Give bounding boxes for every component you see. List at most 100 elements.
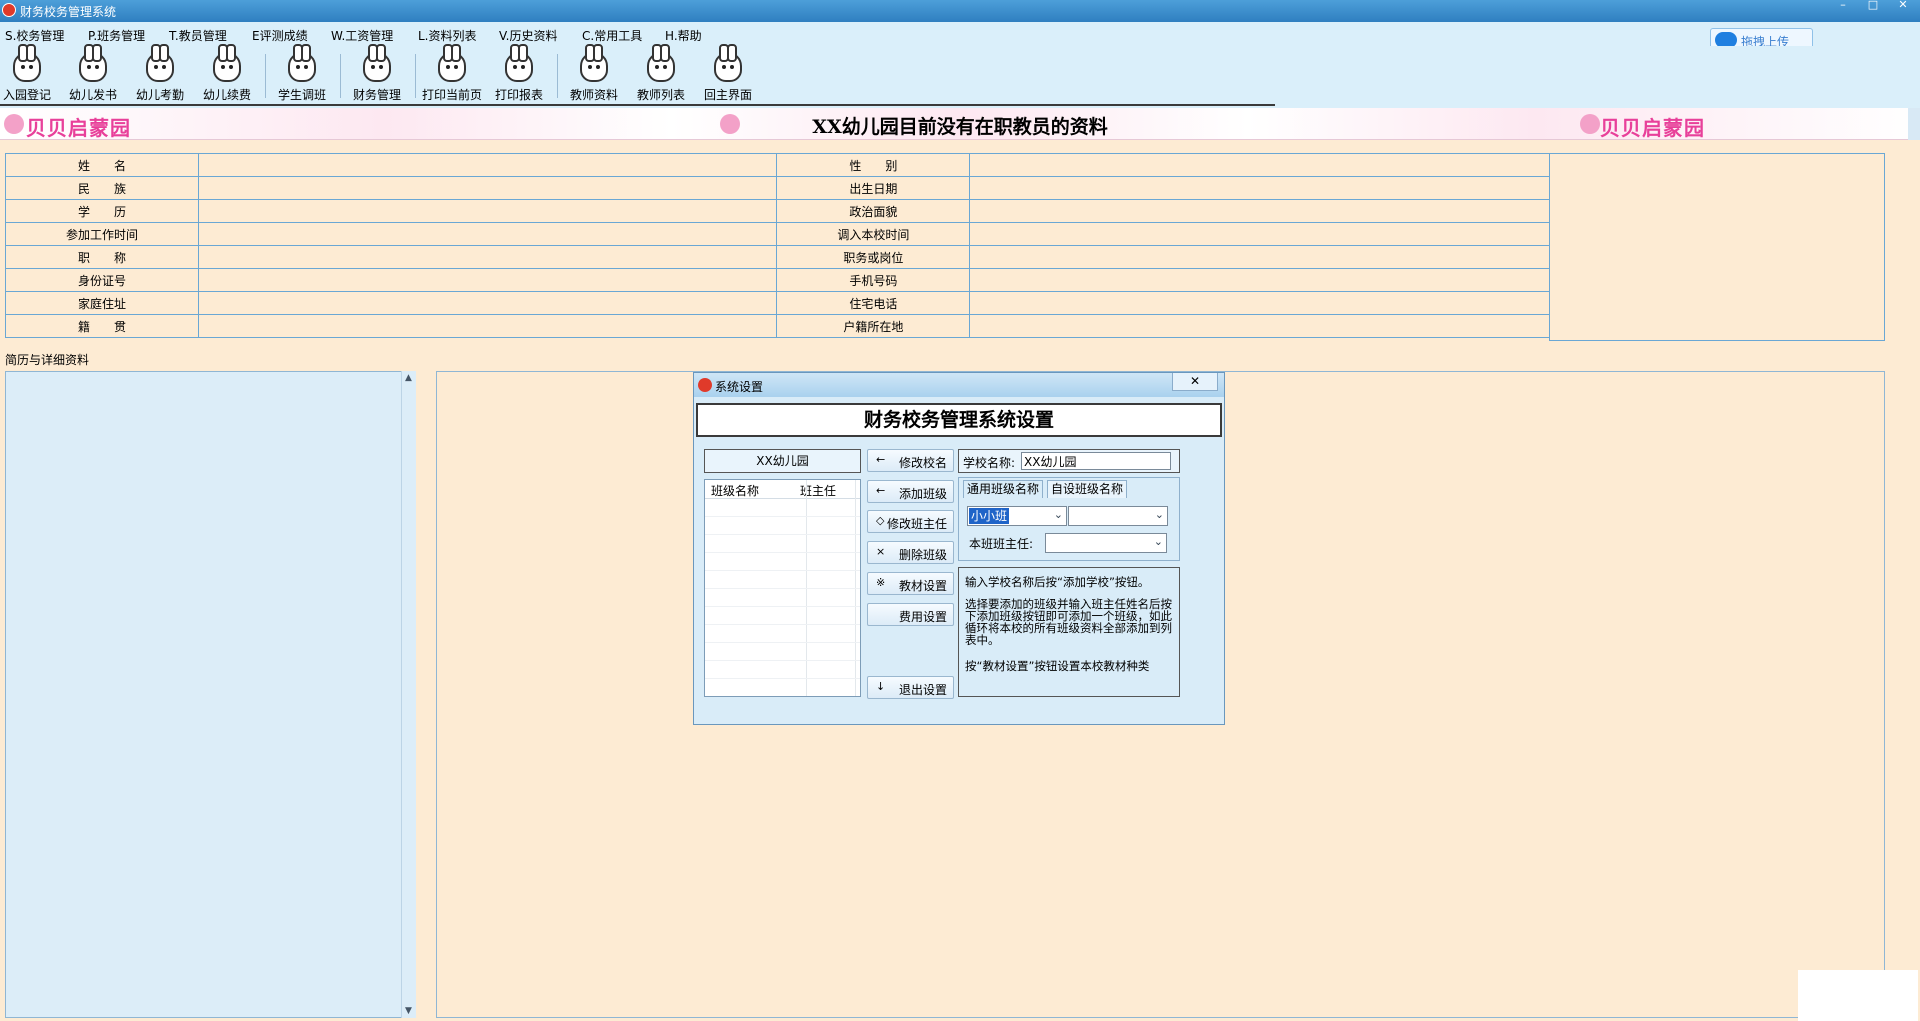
fee-settings-button[interactable]: 费用设置: [867, 603, 954, 626]
info-value-field[interactable]: [969, 291, 1550, 315]
info-row: 家庭住址 住宅电话: [5, 291, 1550, 315]
info-value-field[interactable]: [197, 245, 778, 269]
textbook-settings-button[interactable]: ※ 教材设置: [867, 572, 954, 595]
chevron-down-icon: ⌄: [1154, 508, 1164, 521]
toolbar-transfer-class-button[interactable]: 学生调班: [269, 44, 335, 102]
toolbar-label: 财务管理: [352, 88, 401, 102]
help-panel: 输入学校名称后按“添加学校”按钮。 选择要添加的班级并输入班主任姓名后按下添加班…: [958, 567, 1180, 697]
info-value-field[interactable]: [969, 314, 1550, 338]
scrollbar-stub: [1908, 108, 1920, 140]
info-value-field[interactable]: [197, 291, 778, 315]
info-label: 职 称: [5, 245, 199, 269]
class-name-select[interactable]: 小小班 ⌄: [967, 506, 1067, 526]
help-text: 输入学校名称后按“添加学校”按钮。: [965, 575, 1150, 589]
toolbar-label: 打印当前页: [421, 88, 482, 102]
tab-custom-class-names[interactable]: 自设班级名称: [1047, 480, 1128, 498]
info-label: 住宅电话: [776, 291, 971, 315]
info-label: 性 别: [776, 153, 971, 177]
maximize-button[interactable]: □: [1860, 0, 1886, 12]
info-value-field[interactable]: [969, 176, 1550, 200]
banner: 贝贝启蒙园 XX幼儿园目前没有在职教员的资料 贝贝启蒙园: [0, 108, 1920, 140]
info-value-field[interactable]: [197, 268, 778, 292]
info-label: 调入本校时间: [776, 222, 971, 246]
head-teacher-select[interactable]: ⌄: [1045, 533, 1167, 553]
menu-salary[interactable]: W.工资管理: [331, 27, 393, 44]
arrow-down-icon: ↓: [876, 680, 886, 693]
menu-history[interactable]: V.历史资料: [499, 27, 557, 44]
toolbar-issue-books-button[interactable]: 幼儿发书: [60, 44, 126, 102]
chevron-down-icon: ⌄: [1153, 535, 1163, 548]
menu-tools[interactable]: C.常用工具: [582, 27, 642, 44]
info-label: 学 历: [5, 199, 199, 223]
close-button[interactable]: ✕: [1890, 0, 1916, 12]
toolbar-home-button[interactable]: 回主界面: [695, 44, 761, 102]
rename-school-button[interactable]: ← 修改校名: [867, 449, 954, 472]
toolbar-attendance-button[interactable]: 幼儿考勤: [127, 44, 193, 102]
chevron-down-icon: ⌄: [1053, 508, 1063, 521]
column-header-class[interactable]: 班级名称: [711, 482, 759, 499]
toolbar-print-report-button[interactable]: 打印报表: [486, 44, 552, 102]
toolbar-label: 学生调班: [277, 88, 326, 102]
scroll-down-icon[interactable]: ▼: [405, 1006, 412, 1016]
toolbar-label: 入园登记: [2, 88, 51, 102]
rabbit-icon: [13, 44, 41, 82]
toolbar-label: 教师资料: [569, 88, 618, 102]
info-label: 参加工作时间: [5, 222, 199, 246]
delete-class-button[interactable]: × 删除班级: [867, 541, 954, 564]
delete-icon: ×: [876, 545, 886, 558]
edit-teacher-button[interactable]: ◇ 修改班主任: [867, 510, 954, 533]
dialog-heading: 财务校务管理系统设置: [696, 403, 1222, 437]
logo-right: 贝贝启蒙园: [1600, 116, 1705, 140]
resume-label: 简历与详细资料: [5, 353, 90, 367]
toolbar-finance-button[interactable]: 财务管理: [344, 44, 410, 102]
class-list-header: 班级名称 班主任: [705, 480, 860, 499]
resume-scrollbar[interactable]: ▲ ▼: [401, 371, 416, 1018]
menu-help[interactable]: H.帮助: [665, 27, 702, 44]
info-value-field[interactable]: [197, 199, 778, 223]
dialog-close-button[interactable]: ✕: [1172, 373, 1218, 391]
info-value-field[interactable]: [969, 222, 1550, 246]
arrow-left-icon: ←: [876, 453, 886, 466]
toolbar-teacher-info-button[interactable]: 教师资料: [561, 44, 627, 102]
info-value-field[interactable]: [969, 268, 1550, 292]
info-row: 参加工作时间 调入本校时间: [5, 222, 1550, 246]
info-row: 学 历 政治面貌: [5, 199, 1550, 223]
menu-class-admin[interactable]: P.班务管理: [88, 27, 145, 44]
menu-data-list[interactable]: L.资料列表: [418, 27, 477, 44]
class-list[interactable]: 班级名称 班主任: [704, 479, 861, 697]
photo-area[interactable]: [1549, 153, 1885, 341]
rabbit-icon: [647, 44, 675, 82]
teacher-info-grid: 姓 名 性 别 民 族 出生日期 学 历 政治面貌 参加工作时间 调入本校时间 …: [5, 153, 1550, 338]
toolbar-print-page-button[interactable]: 打印当前页: [419, 44, 485, 102]
exit-settings-button[interactable]: ↓ 退出设置: [867, 676, 954, 699]
minimize-button[interactable]: –: [1830, 0, 1856, 12]
info-value-field[interactable]: [197, 314, 778, 338]
info-value-field[interactable]: [197, 222, 778, 246]
toolbar-renew-fee-button[interactable]: 幼儿续费: [194, 44, 260, 102]
class-settings-panel: 通用班级名称 自设班级名称 小小班 ⌄ ⌄ 本班班主任: ⌄: [958, 477, 1180, 561]
class-suffix-select[interactable]: ⌄: [1068, 506, 1168, 526]
info-value-field[interactable]: [197, 153, 778, 177]
toolbar-enroll-button[interactable]: 入园登记: [0, 44, 60, 102]
menu-evaluation[interactable]: E评测成绩: [252, 27, 308, 44]
tab-common-class-names[interactable]: 通用班级名称: [963, 480, 1044, 498]
menu-school-admin[interactable]: S.校务管理: [5, 27, 64, 44]
corner-patch: [1798, 970, 1918, 1021]
info-value-field[interactable]: [969, 245, 1550, 269]
add-class-button[interactable]: ← 添加班级: [867, 480, 954, 503]
toolbar-separator: [340, 54, 341, 98]
menu-teacher-admin[interactable]: T.教员管理: [169, 27, 227, 44]
help-text: 按“教材设置”按钮设置本校教材种类: [965, 659, 1150, 673]
scroll-up-icon[interactable]: ▲: [405, 373, 412, 383]
resume-textarea[interactable]: [5, 371, 416, 1018]
toolbar-teacher-list-button[interactable]: 教师列表: [628, 44, 694, 102]
toolbar-divider: [0, 104, 1275, 106]
toolbar-label: 幼儿发书: [68, 88, 117, 102]
info-label: 出生日期: [776, 176, 971, 200]
info-label: 职务或岗位: [776, 245, 971, 269]
info-value-field[interactable]: [197, 176, 778, 200]
info-value-field[interactable]: [969, 199, 1550, 223]
info-label: 手机号码: [776, 268, 971, 292]
info-value-field[interactable]: [969, 153, 1550, 177]
school-name-input[interactable]: [1021, 452, 1171, 470]
